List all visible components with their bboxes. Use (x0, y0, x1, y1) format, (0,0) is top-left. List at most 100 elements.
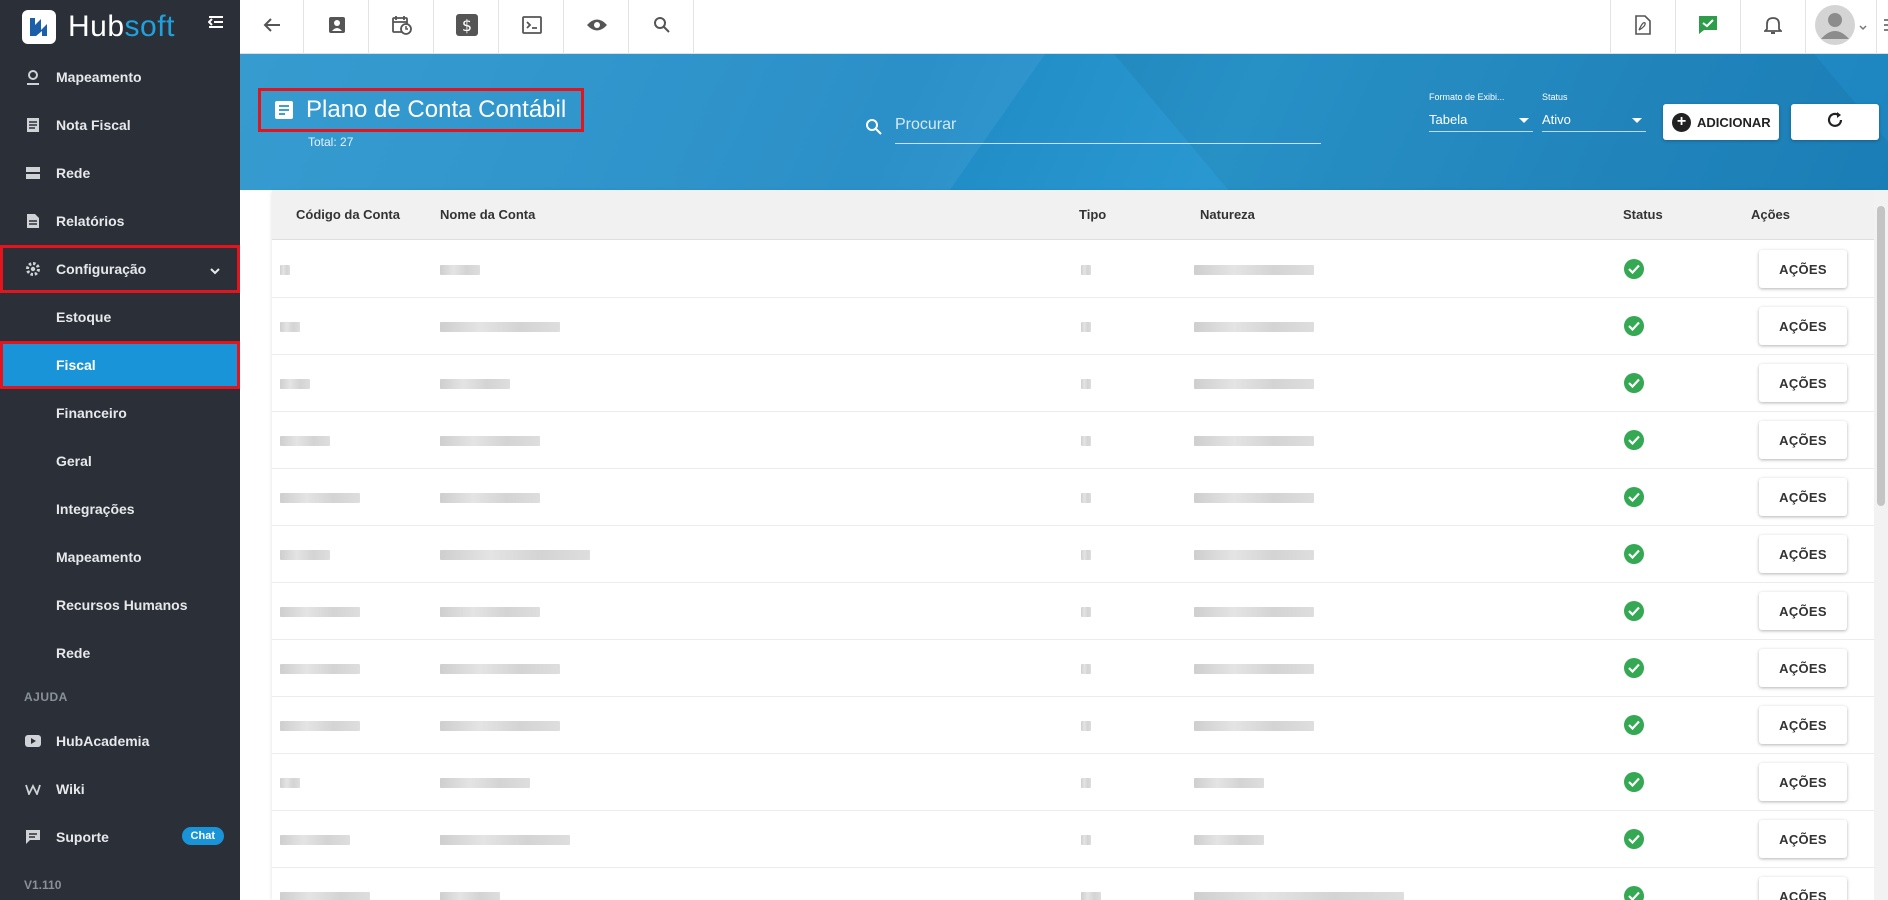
sidebar-item-suporte[interactable]: Suporte Chat (0, 813, 240, 861)
status-select-box[interactable]: Ativo (1542, 108, 1646, 132)
cell-codigo-redacted (280, 721, 360, 731)
list-icon (1882, 18, 1888, 37)
schedule-button[interactable] (370, 0, 434, 54)
add-button[interactable]: + ADICIONAR (1663, 104, 1779, 140)
format-select[interactable]: Formato de Exibi... Tabela (1429, 92, 1533, 132)
menu-collapse-icon[interactable] (207, 12, 224, 35)
pdf-button[interactable] (1610, 0, 1674, 54)
table-row[interactable]: AÇÕES (272, 355, 1874, 412)
table-row[interactable]: AÇÕES (272, 298, 1874, 355)
table-row[interactable]: AÇÕES (272, 697, 1874, 754)
sidebar-subitem-recursos-humanos[interactable]: Recursos Humanos (0, 581, 240, 629)
column-header-tipo[interactable]: Tipo (1079, 207, 1106, 222)
status-active-icon (1624, 715, 1644, 735)
format-select-label: Formato de Exibi... (1429, 92, 1505, 102)
cell-codigo-redacted (280, 664, 360, 674)
calendar-clock-icon (391, 15, 412, 40)
cell-tipo-redacted (1081, 835, 1091, 845)
financial-button[interactable]: $ (435, 0, 499, 54)
terminal-button[interactable] (500, 0, 564, 54)
chat-icon (24, 828, 42, 846)
table-row[interactable]: AÇÕES (272, 754, 1874, 811)
sidebar-subitem-fiscal[interactable]: Fiscal (0, 341, 240, 389)
table-row[interactable]: AÇÕES (272, 868, 1874, 900)
status-active-icon (1624, 658, 1644, 678)
terminal-icon (521, 15, 542, 39)
row-actions-button[interactable]: AÇÕES (1759, 706, 1847, 744)
contact-card-icon (328, 16, 346, 39)
row-actions-button[interactable]: AÇÕES (1759, 364, 1847, 402)
table-row[interactable]: AÇÕES (272, 469, 1874, 526)
cell-tipo-redacted (1081, 721, 1091, 731)
cell-codigo-redacted (280, 835, 350, 845)
table-scrollbar[interactable] (1874, 190, 1888, 900)
row-actions-button[interactable]: AÇÕES (1759, 478, 1847, 516)
sidebar-subitem-rede[interactable]: Rede (0, 629, 240, 677)
column-header-codigo[interactable]: Código da Conta (296, 207, 400, 222)
cell-nome-redacted (440, 322, 560, 332)
table-row[interactable]: AÇÕES (272, 583, 1874, 640)
row-actions-button[interactable]: AÇÕES (1759, 535, 1847, 573)
customer-button[interactable] (305, 0, 369, 54)
cell-natureza-redacted (1194, 607, 1314, 617)
app-root: Hubsoft Mapeamento Nota Fiscal Rede Rela… (0, 0, 1888, 900)
bell-icon (1762, 15, 1783, 40)
table-row[interactable]: AÇÕES (272, 811, 1874, 868)
search-button[interactable] (630, 0, 694, 54)
refresh-icon (1826, 111, 1844, 134)
row-actions-button[interactable]: AÇÕES (1759, 820, 1847, 858)
format-select-box[interactable]: Tabela (1429, 108, 1533, 132)
sidebar-item-rede[interactable]: Rede (0, 149, 240, 197)
row-actions-button[interactable]: AÇÕES (1759, 250, 1847, 288)
apps-menu-button[interactable] (1876, 0, 1888, 54)
sidebar-item-mapeamento[interactable]: Mapeamento (0, 53, 240, 101)
cell-tipo-redacted (1081, 322, 1091, 332)
cell-natureza-redacted (1194, 550, 1314, 560)
tasks-button[interactable] (1675, 0, 1739, 54)
status-select[interactable]: Status Ativo (1542, 92, 1646, 132)
row-actions-button[interactable]: AÇÕES (1759, 592, 1847, 630)
cell-nome-redacted (440, 493, 540, 503)
sidebar-item-hubacademia[interactable]: HubAcademia (0, 717, 240, 765)
check-message-icon (1698, 15, 1718, 40)
cell-codigo-redacted (280, 892, 370, 900)
sidebar-item-relatorios[interactable]: Relatórios (0, 197, 240, 245)
refresh-button[interactable] (1791, 104, 1879, 140)
sidebar-subitem-mapeamento[interactable]: Mapeamento (0, 533, 240, 581)
back-button[interactable] (240, 0, 304, 54)
cell-tipo-redacted (1081, 550, 1091, 560)
sidebar-subitem-estoque[interactable]: Estoque (0, 293, 240, 341)
column-header-nome[interactable]: Nome da Conta (440, 207, 535, 222)
table-row[interactable]: AÇÕES (272, 640, 1874, 697)
brand[interactable]: Hubsoft (0, 0, 240, 53)
column-header-status[interactable]: Status (1623, 207, 1663, 222)
table-row[interactable]: AÇÕES (272, 241, 1874, 298)
sidebar-subitem-financeiro[interactable]: Financeiro (0, 389, 240, 437)
arrow-left-icon (263, 17, 281, 38)
status-select-label: Status (1542, 92, 1568, 102)
status-active-icon (1624, 601, 1644, 621)
row-actions-button[interactable]: AÇÕES (1759, 877, 1847, 900)
column-header-natureza[interactable]: Natureza (1200, 207, 1255, 222)
chat-badge[interactable]: Chat (181, 827, 224, 845)
sidebar-subitem-integracoes[interactable]: Integrações (0, 485, 240, 533)
table-row[interactable]: AÇÕES (272, 412, 1874, 469)
svg-text:$: $ (461, 16, 471, 35)
row-actions-button[interactable]: AÇÕES (1759, 421, 1847, 459)
user-menu-button[interactable] (1805, 0, 1875, 54)
table-row[interactable]: AÇÕES (272, 526, 1874, 583)
scrollbar-thumb[interactable] (1877, 206, 1885, 506)
notifications-button[interactable] (1740, 0, 1804, 54)
sidebar-item-nota-fiscal[interactable]: Nota Fiscal (0, 101, 240, 149)
search-input[interactable] (895, 106, 1321, 144)
avatar (1814, 4, 1855, 50)
cell-tipo-redacted (1081, 436, 1091, 446)
row-actions-button[interactable]: AÇÕES (1759, 649, 1847, 687)
sidebar-item-wiki[interactable]: Wiki (0, 765, 240, 813)
sidebar-item-configuracao[interactable]: Configuração (0, 245, 240, 293)
view-button[interactable] (565, 0, 629, 54)
row-actions-button[interactable]: AÇÕES (1759, 307, 1847, 345)
sidebar-subitem-geral[interactable]: Geral (0, 437, 240, 485)
row-actions-button[interactable]: AÇÕES (1759, 763, 1847, 801)
cell-codigo-redacted (280, 778, 300, 788)
